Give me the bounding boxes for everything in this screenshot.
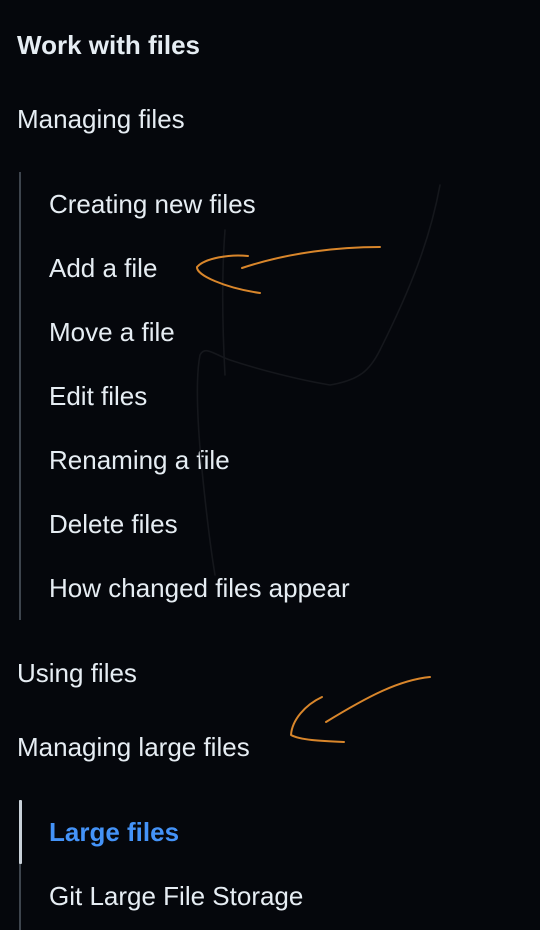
nav-group-managing-large-files[interactable]: Managing large files bbox=[17, 730, 250, 764]
nav-item-large-files[interactable]: Large files bbox=[49, 815, 179, 849]
nav-item-edit-files[interactable]: Edit files bbox=[49, 379, 147, 413]
nav-item-move-a-file[interactable]: Move a file bbox=[49, 315, 175, 349]
dark-scribble bbox=[196, 184, 441, 576]
managing-files-subnav: Creating new files Add a file Move a fil… bbox=[19, 172, 350, 620]
nav-item-add-a-file[interactable]: Add a file bbox=[49, 251, 157, 285]
nav-item-git-large-file-storage[interactable]: Git Large File Storage bbox=[49, 879, 303, 913]
managing-large-files-subnav: Large files Git Large File Storage bbox=[19, 800, 303, 930]
nav-section-title[interactable]: Work with files bbox=[17, 28, 200, 62]
nav-group-using-files[interactable]: Using files bbox=[17, 656, 137, 690]
active-item-indicator bbox=[19, 800, 22, 864]
nav-item-delete-files[interactable]: Delete files bbox=[49, 507, 178, 541]
nav-item-how-changed-files-appear[interactable]: How changed files appear bbox=[49, 571, 350, 605]
nav-item-renaming-a-file[interactable]: Renaming a file bbox=[49, 443, 230, 477]
arrow-to-managing-large-files bbox=[290, 676, 431, 743]
arrow-to-add-a-file bbox=[196, 246, 381, 294]
nav-item-creating-new-files[interactable]: Creating new files bbox=[49, 187, 256, 221]
nav-group-managing-files[interactable]: Managing files bbox=[17, 102, 185, 136]
